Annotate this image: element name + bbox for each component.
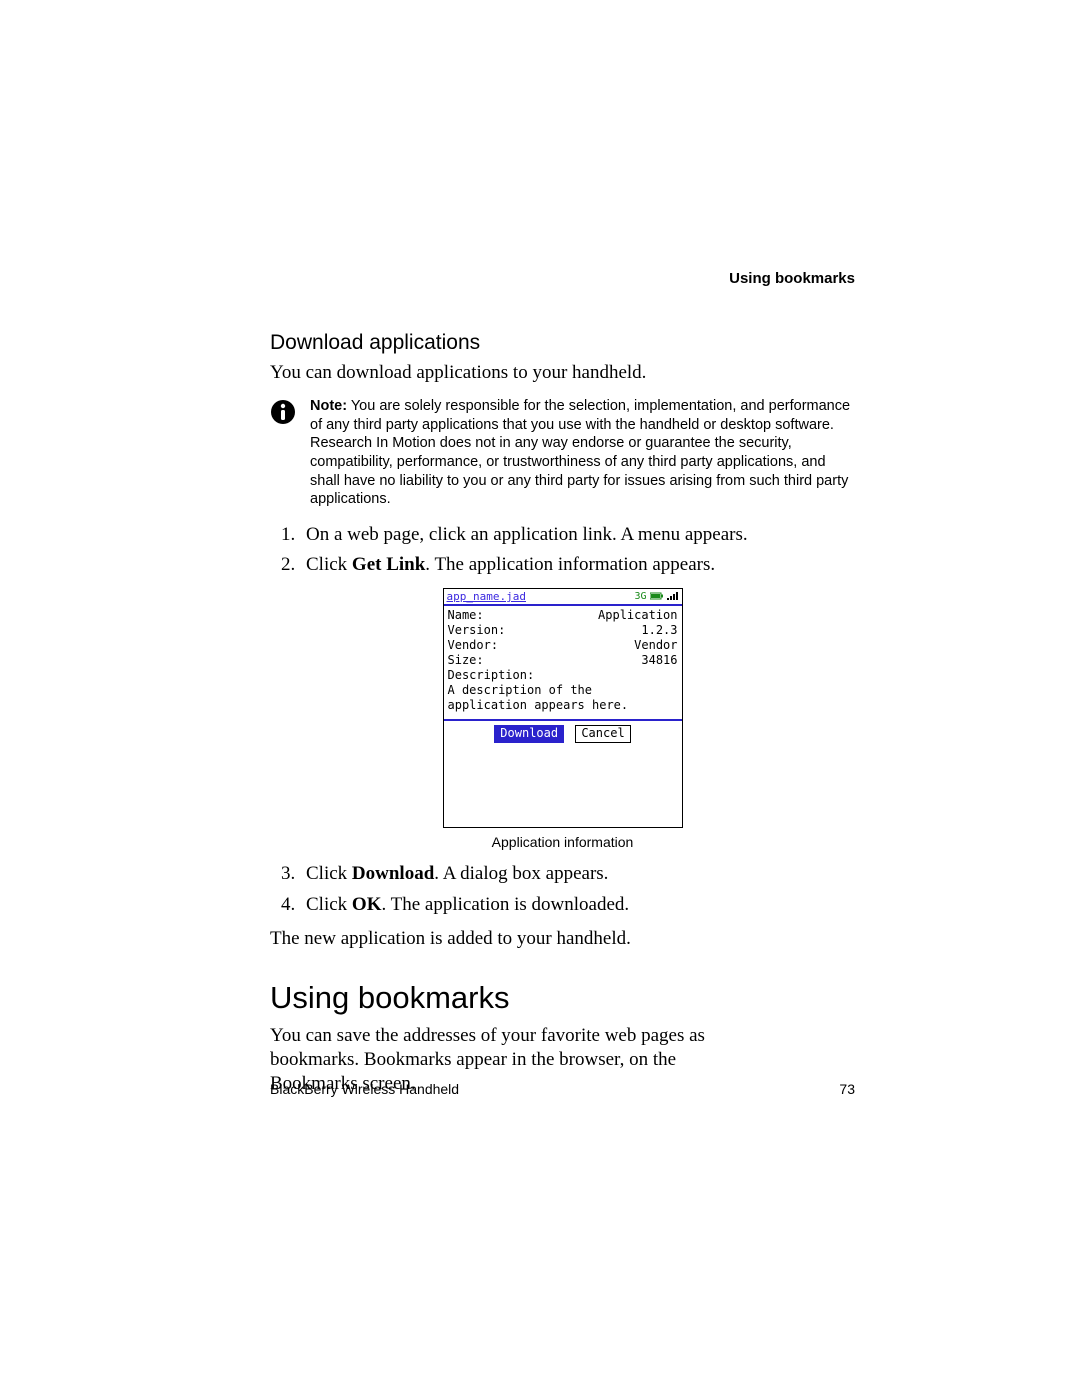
device-row-vendor: Vendor: Vendor bbox=[448, 638, 678, 653]
step-4: Click OK. The application is downloaded. bbox=[300, 893, 855, 918]
step-2: Click Get Link. The application informat… bbox=[300, 553, 855, 578]
download-outro: The new application is added to your han… bbox=[270, 927, 855, 951]
device-vendor-label: Vendor: bbox=[448, 638, 499, 653]
device-description-text: A description of the application appears… bbox=[444, 683, 682, 713]
device-version-label: Version: bbox=[448, 623, 506, 638]
note-block: Note: You are solely responsible for the… bbox=[270, 397, 855, 508]
step-4-pre: Click bbox=[306, 894, 352, 915]
note-text: Note: You are solely responsible for the… bbox=[310, 397, 855, 508]
download-steps-a: On a web page, click an application link… bbox=[270, 523, 855, 578]
device-download-button[interactable]: Download bbox=[494, 725, 564, 743]
device-name-value: Application bbox=[598, 608, 677, 623]
device-status-area: 3G bbox=[634, 591, 678, 602]
running-header: Using bookmarks bbox=[270, 270, 855, 287]
page-footer: BlackBerry Wireless Handheld 73 bbox=[270, 1081, 855, 1097]
device-version-value: 1.2.3 bbox=[641, 623, 677, 638]
step-3-pre: Click bbox=[306, 863, 352, 884]
download-applications-heading: Download applications bbox=[270, 331, 855, 355]
device-cancel-button[interactable]: Cancel bbox=[575, 725, 630, 743]
device-name-label: Name: bbox=[448, 608, 484, 623]
note-body: You are solely responsible for the selec… bbox=[310, 398, 850, 507]
step-2-pre: Click bbox=[306, 554, 352, 575]
download-intro: You can download applications to your ha… bbox=[270, 361, 855, 385]
figure-caption: Application information bbox=[270, 834, 855, 850]
info-icon bbox=[270, 399, 296, 430]
device-button-row: Download Cancel bbox=[444, 725, 682, 743]
device-row-desc-label: Description: bbox=[448, 668, 678, 683]
manual-page: Using bookmarks Download applications Yo… bbox=[0, 0, 1080, 1397]
device-titlebar: app_name.jad 3G bbox=[444, 589, 682, 606]
device-vendor-value: Vendor bbox=[634, 638, 677, 653]
step-3: Click Download. A dialog box appears. bbox=[300, 862, 855, 887]
device-row-size: Size: 34816 bbox=[448, 653, 678, 668]
device-separator bbox=[444, 719, 682, 721]
step-4-bold: OK bbox=[352, 894, 382, 915]
device-title-link: app_name.jad bbox=[447, 590, 526, 603]
battery-icon bbox=[650, 592, 664, 600]
step-2-post: . The application information appears. bbox=[425, 554, 715, 575]
using-bookmarks-heading: Using bookmarks bbox=[270, 980, 855, 1016]
step-3-bold: Download bbox=[352, 863, 434, 884]
device-info-rows: Name: Application Version: 1.2.3 Vendor:… bbox=[444, 606, 682, 683]
step-3-post: . A dialog box appears. bbox=[434, 863, 608, 884]
device-row-version: Version: 1.2.3 bbox=[448, 623, 678, 638]
device-desc-label: Description: bbox=[448, 668, 535, 683]
signal-icon bbox=[667, 592, 679, 600]
device-size-label: Size: bbox=[448, 653, 484, 668]
footer-page-number: 73 bbox=[839, 1081, 855, 1097]
step-2-bold: Get Link bbox=[352, 554, 425, 575]
step-1: On a web page, click an application link… bbox=[300, 523, 855, 548]
network-indicator: 3G bbox=[634, 591, 646, 602]
footer-product: BlackBerry Wireless Handheld bbox=[270, 1081, 459, 1097]
note-label: Note: bbox=[310, 398, 347, 414]
download-steps-b: Click Download. A dialog box appears. Cl… bbox=[270, 862, 855, 917]
device-row-name: Name: Application bbox=[448, 608, 678, 623]
step-1-text: On a web page, click an application link… bbox=[306, 524, 748, 545]
device-screenshot: app_name.jad 3G Name: Applicatio bbox=[443, 588, 683, 828]
device-size-value: 34816 bbox=[641, 653, 677, 668]
step-4-post: . The application is downloaded. bbox=[381, 894, 629, 915]
